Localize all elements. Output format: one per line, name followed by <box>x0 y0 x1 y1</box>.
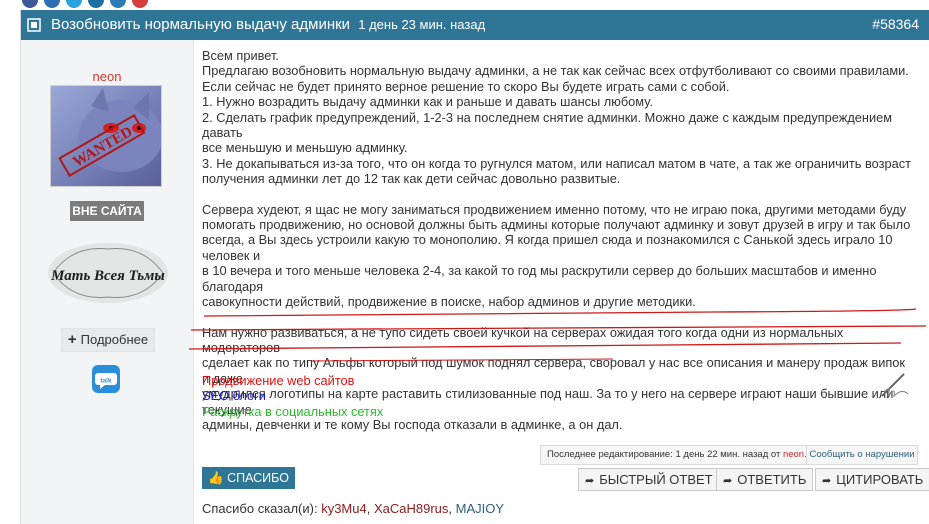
reply-label: ОТВЕТИТЬ <box>737 472 807 487</box>
arrow-icon: ➦ <box>585 475 595 487</box>
text-line: савокупности действий, продвижение в пои… <box>202 294 696 310</box>
author-avatar[interactable]: WANTED <box>50 85 162 187</box>
status-badge: ВНЕ САЙТА <box>70 201 144 221</box>
text-line: в 10 вечера и того меньше человека 2-4, … <box>202 263 877 294</box>
thanked-user[interactable]: MAJIOY <box>456 501 504 516</box>
pinterest-share-icon[interactable] <box>132 0 148 8</box>
edit-pen-icon[interactable] <box>878 370 912 400</box>
last-edit-note: Последнее редактирование: 1 день 22 мин.… <box>540 445 814 465</box>
facebook-share-icon[interactable] <box>22 0 38 8</box>
quote-label: ЦИТИРОВАТЬ <box>836 472 924 487</box>
quote-button[interactable]: ➦ ЦИТИРОВАТЬ <box>815 468 929 491</box>
signature-link-3[interactable]: Раскрутка в социальных сетях <box>202 404 383 419</box>
forum-post: Возобновить нормальную выдачу админки 1 … <box>20 10 929 524</box>
google-share-icon[interactable] <box>110 0 126 8</box>
vk-share-icon[interactable] <box>44 0 60 8</box>
talk-icon-text: talk <box>100 378 112 385</box>
text-line: 1. Нужно возрадить выдачу админки как и … <box>202 94 653 110</box>
thanked-user[interactable]: XaCaH89rus <box>374 501 448 516</box>
text-line: помогать продвижению, но основой должны … <box>202 217 911 233</box>
linkedin-share-icon[interactable] <box>88 0 104 8</box>
post-title[interactable]: Возобновить нормальную выдачу админки <box>51 16 350 33</box>
share-bar <box>0 0 929 10</box>
arrow-icon: ➦ <box>822 475 832 487</box>
plus-icon: + <box>67 331 77 348</box>
reply-button[interactable]: ➦ ОТВЕТИТЬ <box>716 468 814 491</box>
thanks-button[interactable]: 👍 СПАСИБО <box>202 467 295 489</box>
quick-reply-button[interactable]: ➦ БЫСТРЫЙ ОТВЕТ <box>578 468 720 491</box>
author-panel: neon WANTED ВНЕ САЙТА Мать Всея Тьмы + П… <box>21 40 194 524</box>
text-line: Всем привет. <box>202 48 279 63</box>
paragraph-1: Всем привет. Предлагаю возобновить норма… <box>202 48 914 187</box>
text-line: все меньшую и меньшую админку. <box>202 140 408 156</box>
thanked-label: Спасибо сказал(и): <box>202 501 318 516</box>
post-time: 1 день 23 мин. назад <box>358 17 486 32</box>
topic-icon <box>27 18 41 32</box>
text-line: 3. Не докапываться из-за того, что он ко… <box>202 155 912 171</box>
signature-links: Продвижение web сайтов SEO блоги Раскрут… <box>202 373 383 419</box>
quick-reply-label: БЫСТРЫЙ ОТВЕТ <box>599 472 713 487</box>
signature-link-2[interactable]: SEO блоги <box>202 388 383 403</box>
text-line: Предлагаю возобновить нормальную выдачу … <box>202 63 909 79</box>
text-line: 2. Сделать график предупреждений, 1-2-3 … <box>202 109 893 141</box>
more-info-button[interactable]: + Подробнее <box>61 328 155 352</box>
post-header: Возобновить нормальную выдачу админки 1 … <box>21 10 929 40</box>
more-info-label: Подробнее <box>80 332 149 347</box>
last-edit-text: Последнее редактирование: 1 день 22 мин.… <box>547 449 781 460</box>
text-line: всегда, а Вы здесь устроили какую то мон… <box>202 232 893 263</box>
post-number[interactable]: #58364 <box>872 16 919 32</box>
thanked-user[interactable]: ky3Mu4 <box>321 501 367 516</box>
text-line: Если сейчас не будет принято верное реше… <box>202 78 730 94</box>
rank-image: Мать Всея Тьмы <box>48 243 168 303</box>
text-line: Сервера худеют, я щас не могу заниматься… <box>202 201 907 217</box>
text-line: получения админки лет до 12 так как дети… <box>202 171 621 187</box>
text-line: Нам нужно развиваться, а не тупо сидеть … <box>202 324 844 355</box>
twitter-share-icon[interactable] <box>66 0 82 8</box>
arrow-icon: ➦ <box>723 475 733 487</box>
thumbs-up-icon: 👍 <box>208 471 224 485</box>
thanks-label: СПАСИБО <box>227 471 289 485</box>
thanked-users: Спасибо сказал(и): ky3Mu4, XaCaH89rus, M… <box>202 501 505 516</box>
talk-icon[interactable]: talk <box>91 364 121 394</box>
author-name[interactable]: neon <box>21 69 193 84</box>
paragraph-2: Сервера худеют, я щас не могу заниматься… <box>202 202 914 310</box>
report-violation-button[interactable]: Сообщить о нарушении <box>806 445 918 465</box>
last-edit-user[interactable]: neon. <box>783 449 807 460</box>
rank-title: Мать Всея Тьмы <box>50 268 165 284</box>
signature-link-1[interactable]: Продвижение web сайтов <box>202 373 383 388</box>
post-title-line[interactable]: Возобновить нормальную выдачу админки 1 … <box>51 16 485 33</box>
